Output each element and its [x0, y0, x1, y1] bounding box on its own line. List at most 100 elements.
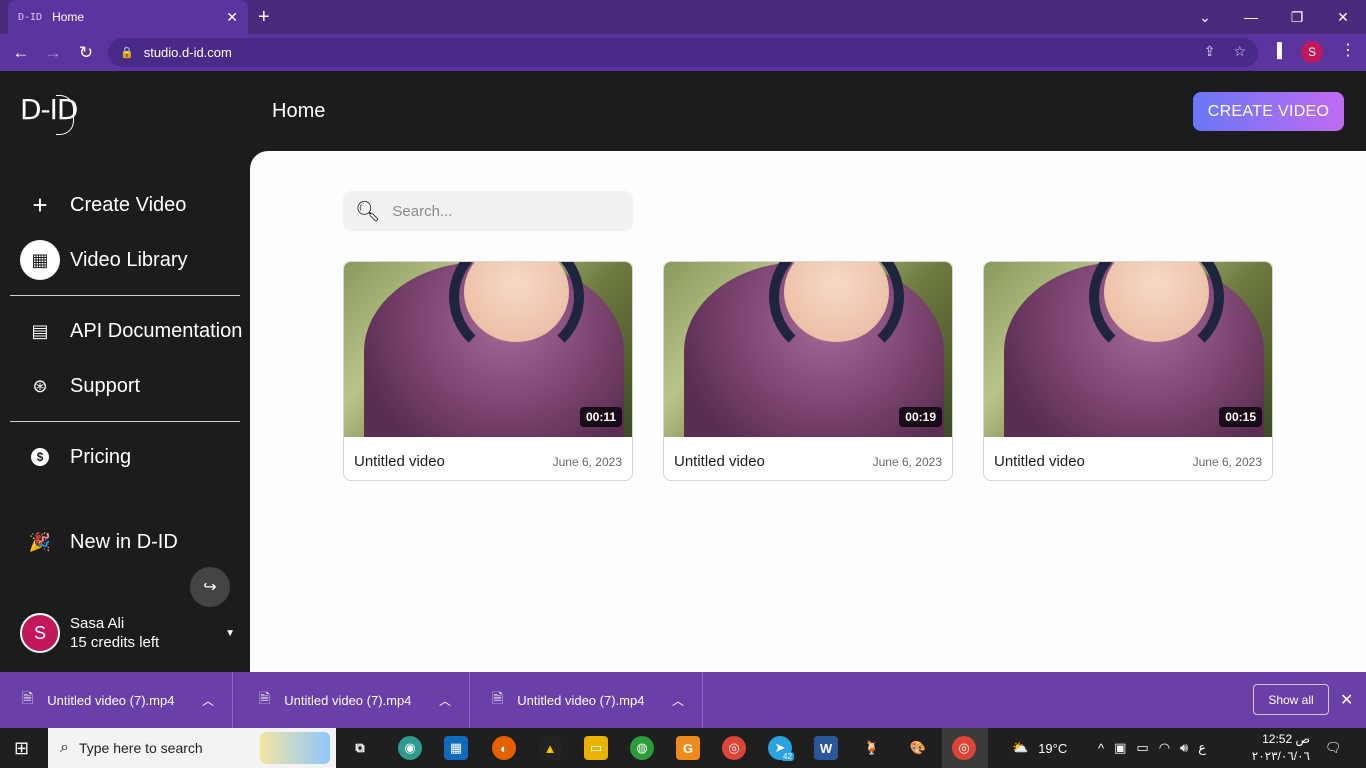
- forward-icon[interactable]: →: [40, 40, 66, 66]
- sidebar-item-video-library[interactable]: ▦ Video Library: [20, 240, 250, 280]
- address-bar[interactable]: 🔒 studio.d-id.com ⇪ ☆: [108, 38, 1258, 67]
- close-window-button[interactable]: ✕: [1320, 0, 1366, 34]
- credits-left: 15 credits left: [70, 634, 160, 651]
- download-filename: Untitled video (7).mp4: [47, 692, 175, 708]
- sidebar-item-label: Video Library: [70, 248, 188, 271]
- clock-date: ٢٠٢٣/٠٦/٠٦: [1251, 749, 1310, 763]
- app-icon-triangle[interactable]: ▲: [538, 736, 562, 760]
- download-shelf: 🗎 Untitled video (7).mp4 ︿ 🗎 Untitled vi…: [0, 672, 1366, 728]
- chevron-up-icon[interactable]: ︿: [202, 692, 214, 709]
- taskbar-search[interactable]: ⌕ Type here to search: [48, 728, 336, 768]
- telegram-badge: 42: [781, 752, 794, 761]
- tab-search-icon[interactable]: ⌄: [1182, 0, 1228, 34]
- paint-icon[interactable]: 🎨: [906, 736, 930, 760]
- download-item[interactable]: 🗎 Untitled video (7).mp4 ︿: [237, 672, 470, 728]
- weather-widget[interactable]: ⛅ 19°C: [1012, 728, 1067, 768]
- wifi-icon[interactable]: ◠: [1159, 740, 1170, 756]
- sidebar-item-label: Support: [70, 374, 141, 397]
- sidebar-item-label: Create Video: [70, 193, 187, 216]
- minimize-button[interactable]: —: [1228, 0, 1274, 34]
- input-language[interactable]: ع: [1198, 740, 1206, 756]
- close-download-shelf-icon[interactable]: ✕: [1340, 690, 1353, 710]
- create-video-button[interactable]: CREATE VIDEO: [1193, 92, 1344, 131]
- caret-down-icon[interactable]: ▼: [225, 628, 235, 639]
- task-view-icon[interactable]: ⧉: [348, 736, 372, 760]
- user-menu[interactable]: S Sasa Ali 15 credits left ▼: [20, 613, 235, 653]
- document-icon: ▤: [31, 320, 49, 341]
- restore-button[interactable]: ❐: [1274, 0, 1320, 34]
- dollar-icon: $: [20, 437, 60, 477]
- grid-icon: ▦: [20, 240, 60, 280]
- weather-icon: ⛅: [1012, 740, 1029, 755]
- video-card[interactable]: 00:19 Untitled video June 6, 2023: [663, 261, 953, 481]
- video-date: June 6, 2023: [552, 455, 622, 469]
- back-icon[interactable]: ←: [8, 40, 34, 66]
- download-item[interactable]: 🗎 Untitled video (7).mp4 ︿: [0, 672, 233, 728]
- reload-icon[interactable]: ↻: [73, 40, 99, 66]
- download-item[interactable]: 🗎 Untitled video (7).mp4 ︿: [470, 672, 703, 728]
- video-card[interactable]: 00:11 Untitled video June 6, 2023: [343, 261, 633, 481]
- windows-start-icon[interactable]: ⊞: [14, 738, 29, 759]
- video-duration: 00:15: [1219, 407, 1262, 427]
- app-icon-globe[interactable]: ◍: [630, 736, 654, 760]
- sidebar-item-api-documentation[interactable]: ▤ API Documentation: [20, 311, 250, 351]
- main-content: 🔍︎ 00:11 Untitled video June 6, 2023 00:…: [250, 151, 1366, 672]
- sidebar-item-label: New in D-ID: [70, 530, 178, 553]
- clock[interactable]: 12:52 ص ٢٠٢٣/٠٦/٠٦: [1248, 731, 1310, 765]
- video-card[interactable]: 00:15 Untitled video June 6, 2023: [983, 261, 1273, 481]
- share-button[interactable]: ↪: [190, 567, 230, 607]
- search-input[interactable]: [392, 202, 613, 220]
- sidebar-divider: [10, 295, 240, 296]
- new-tab-button[interactable]: +: [258, 5, 270, 29]
- search-icon: ⌕: [60, 739, 69, 756]
- file-icon: 🗎: [22, 690, 34, 706]
- app-icon-1[interactable]: ◉: [398, 736, 422, 760]
- chrome-active-icon[interactable]: ◎: [952, 736, 976, 760]
- word-icon[interactable]: W: [814, 736, 838, 760]
- video-date: June 6, 2023: [1192, 455, 1262, 469]
- user-name: Sasa Ali: [70, 615, 125, 632]
- sidebar-item-create-video[interactable]: + Create Video: [20, 185, 250, 225]
- notifications-icon[interactable]: 🗨: [1325, 728, 1342, 768]
- sidebar-divider: [10, 421, 240, 422]
- battery-icon[interactable]: ▭: [1136, 740, 1148, 756]
- search-highlight-image: [260, 732, 330, 764]
- sidebar-item-label: API Documentation: [70, 319, 243, 342]
- taskbar-search-placeholder: Type here to search: [78, 740, 203, 756]
- video-thumbnail[interactable]: 00:11: [344, 262, 632, 437]
- download-filename: Untitled video (7).mp4: [284, 692, 412, 708]
- microsoft-store-icon[interactable]: ▦: [444, 736, 468, 760]
- share-icon[interactable]: ⇪: [1204, 43, 1216, 60]
- file-explorer-icon[interactable]: ▭: [584, 736, 608, 760]
- browser-toolbar: ← → ↻ 🔒 studio.d-id.com ⇪ ☆: [0, 34, 1366, 71]
- volume-icon[interactable]: 🔊︎: [1180, 740, 1188, 756]
- browser-tab[interactable]: D-ID Home ✕: [8, 0, 248, 34]
- chrome-icon[interactable]: ◎: [722, 736, 746, 760]
- meet-now-icon[interactable]: ▣: [1114, 740, 1126, 756]
- app-icon-orange[interactable]: G: [676, 736, 700, 760]
- sidebar: D-ID + Create Video ▦ Video Library ▤ AP…: [0, 71, 250, 672]
- sidebar-item-support[interactable]: ⊛ Support: [20, 366, 250, 406]
- page-title: Home: [272, 100, 326, 122]
- side-panel-icon[interactable]: ▐: [1272, 42, 1282, 58]
- chevron-up-icon[interactable]: ^: [1098, 741, 1104, 756]
- sidebar-item-label: Pricing: [70, 445, 132, 468]
- browser-menu-icon[interactable]: ⋮: [1340, 40, 1356, 60]
- video-date: June 6, 2023: [872, 455, 942, 469]
- browser-profile-avatar[interactable]: S: [1301, 41, 1323, 63]
- sidebar-item-new-in-d-id[interactable]: 🎉 New in D-ID: [20, 522, 250, 562]
- chevron-up-icon[interactable]: ︿: [672, 692, 684, 709]
- firefox-icon[interactable]: ◐: [492, 736, 516, 760]
- show-all-downloads-button[interactable]: Show all: [1253, 684, 1329, 715]
- sidebar-item-pricing[interactable]: $ Pricing: [20, 437, 250, 477]
- search-box[interactable]: 🔍︎: [343, 191, 633, 231]
- search-icon: 🔍︎: [355, 200, 381, 223]
- file-icon: 🗎: [492, 690, 504, 706]
- close-tab-icon[interactable]: ✕: [226, 9, 238, 26]
- bookmark-star-icon[interactable]: ☆: [1233, 43, 1246, 60]
- chevron-up-icon[interactable]: ︿: [439, 692, 451, 709]
- d-id-logo[interactable]: D-ID: [20, 93, 78, 135]
- app-icon-game[interactable]: 🍹: [860, 736, 884, 760]
- video-thumbnail[interactable]: 00:15: [984, 262, 1272, 437]
- video-thumbnail[interactable]: 00:19: [664, 262, 952, 437]
